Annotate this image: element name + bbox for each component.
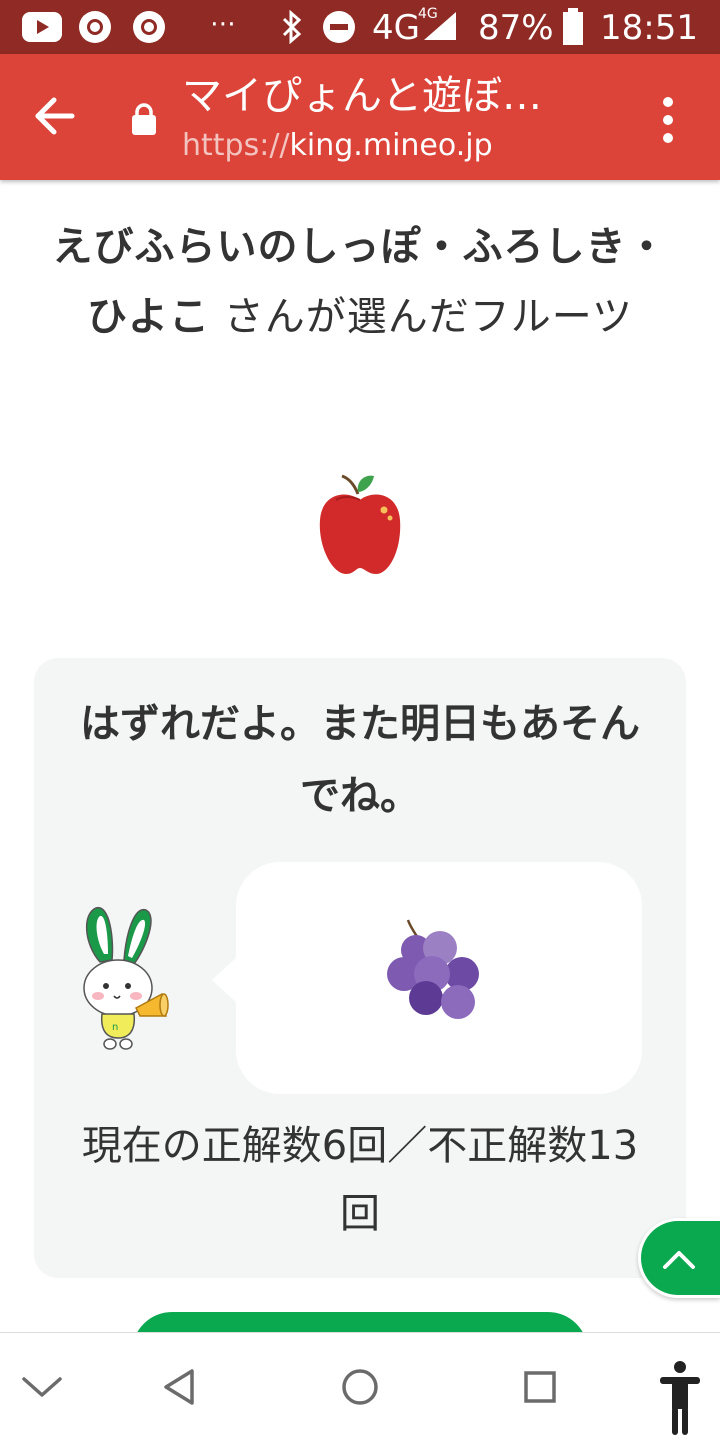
grape-icon bbox=[387, 919, 479, 1019]
accessibility-icon[interactable] bbox=[654, 1359, 706, 1439]
youtube-icon bbox=[22, 12, 62, 42]
overflow-menu-icon[interactable] bbox=[650, 92, 686, 148]
chrome-icon bbox=[79, 11, 111, 43]
speech-bubble-tail bbox=[212, 956, 238, 1004]
do-not-disturb-icon bbox=[323, 11, 355, 43]
more-notifications-icon: ⋯ bbox=[210, 9, 236, 39]
network-type: 4G bbox=[372, 8, 420, 48]
signal-icon bbox=[424, 12, 456, 40]
lock-icon bbox=[132, 103, 156, 135]
url-scheme: https:// bbox=[182, 128, 290, 163]
speech-bubble bbox=[236, 862, 642, 1094]
system-nav-bar bbox=[0, 1332, 720, 1440]
heading-suffix: さんが選んだフルーツ bbox=[210, 294, 633, 340]
url-host: king.mineo.jp bbox=[289, 128, 493, 163]
apple-icon bbox=[319, 474, 401, 574]
svg-text:n: n bbox=[112, 1022, 118, 1033]
page-url[interactable]: https://king.mineo.jp bbox=[182, 126, 493, 166]
battery-level: 87% bbox=[478, 8, 554, 48]
page-title[interactable]: マイぴょんと遊ぼ… bbox=[182, 68, 542, 124]
home-icon[interactable] bbox=[334, 1361, 386, 1413]
clock: 18:51 bbox=[600, 8, 698, 48]
bluetooth-icon bbox=[282, 10, 302, 44]
scroll-top-button[interactable] bbox=[638, 1218, 720, 1298]
score-text: 現在の正解数6回／不正解数13回 bbox=[81, 1123, 639, 1237]
result-message: はずれだよ。また明日もあそんでね。 bbox=[80, 701, 640, 819]
browser-toolbar: マイぴょんと遊ぼ… https://king.mineo.jp bbox=[0, 54, 720, 180]
chrome-icon bbox=[133, 11, 165, 43]
chevron-up-icon bbox=[663, 1251, 695, 1269]
chosen-fruit-heading: えびふらいのしっぽ・ふろしき・ひよこ さんが選んだフルーツ bbox=[40, 212, 680, 352]
recents-icon[interactable] bbox=[514, 1361, 566, 1413]
collapse-icon[interactable] bbox=[16, 1361, 68, 1413]
result-card: はずれだよ。また明日もあそんでね。 n 現在の正解数6回／不正解数13回 bbox=[34, 658, 686, 1278]
back-icon[interactable] bbox=[156, 1361, 208, 1413]
status-bar: ⋯ 4G 4G 87% 18:51 bbox=[0, 0, 720, 54]
battery-icon bbox=[563, 8, 583, 45]
back-arrow-icon[interactable] bbox=[22, 84, 86, 148]
mascot-icon: n bbox=[83, 907, 169, 1050]
